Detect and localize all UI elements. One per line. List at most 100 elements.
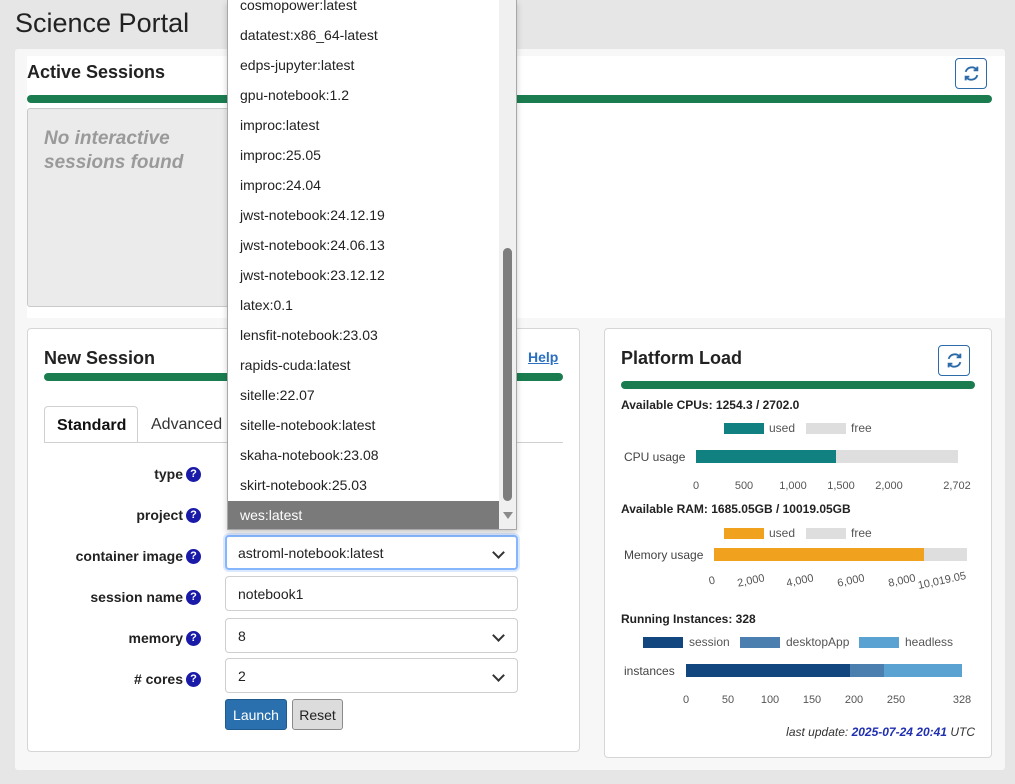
dropdown-option[interactable]: lensfit-notebook:23.03 — [228, 321, 500, 351]
dropdown-option[interactable]: sitelle-notebook:latest — [228, 411, 500, 441]
instances-desktopapp-bar — [850, 664, 884, 677]
instances-legend-headless-swatch — [859, 637, 899, 648]
cpu-tick-label: 0 — [692, 480, 700, 492]
cpu-legend-free-label: free — [851, 421, 872, 435]
session-name-input[interactable]: notebook1 — [225, 576, 518, 611]
project-label: project — [136, 507, 183, 523]
ram-used-bar — [714, 548, 925, 561]
ram-legend-free-swatch — [806, 528, 846, 539]
cpu-used-bar — [696, 450, 837, 463]
platform-load-title: Platform Load — [621, 348, 743, 368]
dropdown-option[interactable]: datatest:x86_64-latest — [228, 21, 500, 51]
memory-label: memory — [128, 630, 183, 646]
instances-headless-bar — [883, 664, 962, 677]
dropdown-option[interactable]: cosmopower:latest — [228, 0, 500, 21]
cores-select[interactable]: 2 — [225, 658, 518, 693]
chevron-down-icon — [492, 669, 505, 682]
instances-tick-label: 0 — [682, 694, 690, 706]
scroll-down-arrow-icon[interactable] — [503, 512, 513, 519]
no-sessions-message: No interactive sessions found — [44, 128, 184, 173]
help-link[interactable]: Help — [528, 349, 558, 365]
cpu-tick-label: 500 — [734, 480, 754, 492]
instances-legend-desktopapp-swatch — [740, 637, 780, 648]
container-image-label: container image — [75, 548, 183, 564]
cpu-legend-used-label: used — [769, 421, 796, 435]
cpu-tick-label: 1,000 — [779, 480, 807, 492]
last-update-prefix: last update: — [786, 725, 849, 739]
dropdown-option[interactable]: skirt-notebook:25.03 — [228, 471, 500, 501]
cores-help-icon[interactable]: ? — [186, 672, 201, 687]
project-help-icon[interactable]: ? — [186, 508, 201, 523]
dropdown-option[interactable]: edps-jupyter:latest — [228, 51, 500, 81]
ram-heading: Available RAM: 1685.05GB / 10019.05GB — [621, 502, 851, 516]
active-sessions-title: Active Sessions — [27, 62, 166, 82]
platform-load-progress-bar — [621, 381, 975, 389]
refresh-icon — [947, 353, 961, 368]
cores-value: 2 — [238, 668, 246, 684]
instances-tick-label: 250 — [886, 694, 906, 706]
dropdown-option[interactable]: latex:0.1 — [228, 291, 500, 321]
dropdown-option[interactable]: sitelle:22.07 — [228, 381, 500, 411]
memory-help-icon[interactable]: ? — [186, 631, 201, 646]
session-name-help-icon[interactable]: ? — [186, 590, 201, 605]
last-update-timestamp: 2025-07-24 20:41 — [851, 725, 947, 739]
dropdown-option[interactable]: improc:25.05 — [228, 141, 500, 171]
cpu-heading: Available CPUs: 1254.3 / 2702.0 — [621, 398, 800, 412]
cpu-tick-label: 2,702 — [943, 480, 971, 492]
cpu-legend-free-swatch — [806, 423, 846, 434]
last-update: last update: 2025-07-24 20:41 UTC — [786, 725, 975, 739]
container-image-select[interactable]: astroml-notebook:latest — [225, 535, 518, 570]
instances-heading: Running Instances: 328 — [621, 612, 756, 626]
instances-tick-label: 50 — [721, 694, 735, 706]
container-image-dropdown[interactable]: cosmopower:latest datatest:x86_64-latest e… — [227, 0, 517, 530]
memory-select[interactable]: 8 — [225, 618, 518, 653]
last-update-suffix: UTC — [950, 725, 975, 739]
new-session-title: New Session — [44, 348, 156, 368]
instances-session-bar — [686, 664, 851, 677]
instances-tick-label: 150 — [802, 694, 822, 706]
chevron-down-icon — [492, 629, 505, 642]
dropdown-option[interactable]: jwst-notebook:24.06.13 — [228, 231, 500, 261]
dropdown-option[interactable]: wes:latest — [228, 501, 500, 529]
instances-tick-label: 200 — [844, 694, 864, 706]
instances-legend-desktopapp-label: desktopApp — [786, 635, 850, 649]
session-name-value: notebook1 — [238, 586, 304, 602]
instances-bar-label: instances — [624, 664, 675, 678]
instances-legend-session-swatch — [643, 637, 683, 648]
dropdown-option[interactable]: jwst-notebook:23.12.12 — [228, 261, 500, 291]
cpu-tick-label: 1,500 — [827, 480, 855, 492]
chevron-down-icon — [492, 546, 505, 559]
type-label: type — [154, 466, 183, 482]
platform-load-refresh-button[interactable] — [938, 345, 970, 376]
active-sessions-refresh-button[interactable] — [955, 58, 987, 89]
launch-button[interactable]: Launch — [225, 699, 287, 730]
instances-tick-label: 100 — [760, 694, 780, 706]
refresh-icon — [964, 66, 978, 81]
dropdown-option[interactable]: improc:24.04 — [228, 171, 500, 201]
dropdown-option[interactable]: jwst-notebook:24.12.19 — [228, 201, 500, 231]
page-title: Science Portal — [15, 8, 190, 38]
instances-legend-session-label: session — [689, 635, 730, 649]
tab-standard[interactable]: Standard — [44, 406, 138, 443]
dropdown-option[interactable]: rapids-cuda:latest — [228, 351, 500, 381]
dropdown-scrollbar-thumb[interactable] — [503, 248, 512, 501]
dropdown-option[interactable]: gpu-notebook:1.2 — [228, 81, 500, 111]
cpu-legend-used-swatch — [724, 423, 764, 434]
ram-legend-used-label: used — [769, 526, 796, 540]
ram-legend-used-swatch — [724, 528, 764, 539]
cpu-bar-label: CPU usage — [624, 450, 686, 464]
instances-tick-label: 328 — [952, 694, 972, 706]
session-name-label: session name — [90, 589, 183, 605]
tab-advanced[interactable]: Advanced — [139, 406, 234, 443]
container-image-help-icon[interactable]: ? — [186, 549, 201, 564]
dropdown-option[interactable]: skaha-notebook:23.08 — [228, 441, 500, 471]
instances-legend-headless-label: headless — [905, 635, 954, 649]
platform-load-panel — [604, 328, 992, 758]
dropdown-option[interactable]: improc:latest — [228, 111, 500, 141]
ram-legend-free-label: free — [851, 526, 872, 540]
cpu-tick-label: 2,000 — [875, 480, 903, 492]
memory-value: 8 — [238, 628, 246, 644]
cores-label: # cores — [133, 671, 183, 687]
reset-button[interactable]: Reset — [292, 699, 343, 730]
type-help-icon[interactable]: ? — [186, 467, 201, 482]
